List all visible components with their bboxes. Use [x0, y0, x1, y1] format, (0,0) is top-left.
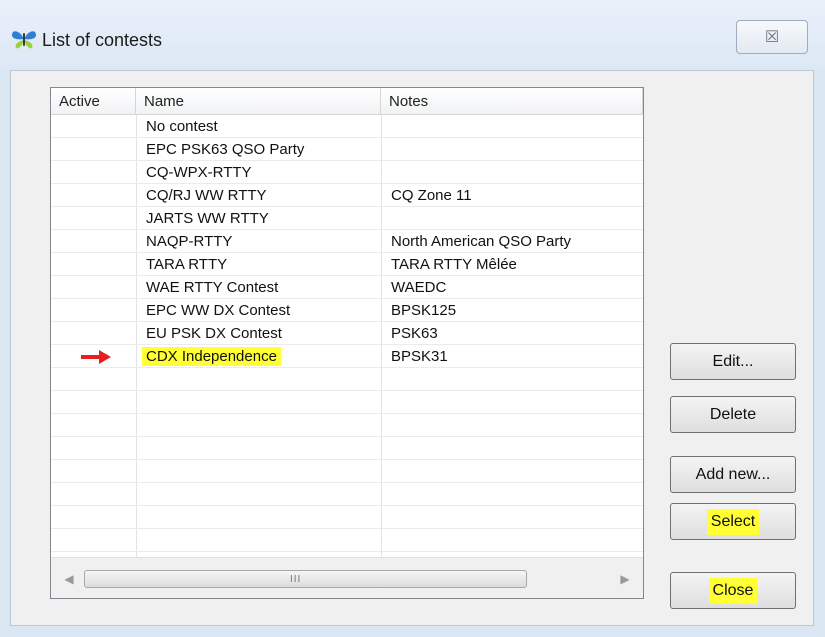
empty-row: [51, 391, 643, 414]
delete-button[interactable]: Delete: [670, 396, 796, 433]
red-arrow-icon: [81, 350, 111, 364]
table-row[interactable]: EPC PSK63 QSO Party: [51, 138, 643, 161]
empty-row: [51, 368, 643, 391]
contests-window: List of contests ☒ Active Name Notes No …: [0, 0, 825, 637]
close-icon: ☒: [764, 29, 780, 46]
column-header-notes[interactable]: Notes: [381, 88, 643, 114]
table-row[interactable]: EU PSK DX Contest PSK63: [51, 322, 643, 345]
row-name: WAE RTTY Contest: [146, 279, 279, 296]
edit-button[interactable]: Edit...: [670, 343, 796, 380]
table-row[interactable]: CQ-WPX-RTTY: [51, 161, 643, 184]
empty-row: [51, 529, 643, 552]
row-name: TARA RTTY: [146, 256, 228, 273]
scrollbar-thumb[interactable]: III: [84, 570, 527, 588]
close-button-label: Close: [708, 578, 758, 604]
table-row[interactable]: JARTS WW RTTY: [51, 207, 643, 230]
row-notes: [381, 161, 643, 184]
row-name: EU PSK DX Contest: [146, 325, 282, 342]
row-name: CDX Independence: [136, 345, 381, 368]
contests-list[interactable]: Active Name Notes No contest EPC PSK63 Q…: [50, 87, 644, 599]
row-name: EPC PSK63 QSO Party: [146, 141, 305, 158]
column-header-name[interactable]: Name: [136, 88, 381, 114]
list-rows: No contest EPC PSK63 QSO Party CQ-WPX-RT…: [51, 115, 643, 558]
table-row[interactable]: CQ/RJ WW RTTY CQ Zone 11: [51, 184, 643, 207]
table-row[interactable]: NAQP-RTTY North American QSO Party: [51, 230, 643, 253]
row-notes: TARA RTTY Mêlée: [391, 256, 517, 273]
row-notes: [381, 138, 643, 161]
horizontal-scrollbar[interactable]: ◀ III ▶: [51, 557, 643, 598]
row-notes: North American QSO Party: [391, 233, 572, 250]
row-notes: PSK63: [391, 325, 438, 342]
title-bar: List of contests ☒: [0, 0, 825, 70]
table-row[interactable]: TARA RTTY TARA RTTY Mêlée: [51, 253, 643, 276]
table-row[interactable]: No contest: [51, 115, 643, 138]
empty-row: [51, 414, 643, 437]
butterfly-icon: [12, 31, 36, 49]
scroll-right-icon[interactable]: ▶: [615, 570, 635, 588]
row-notes: [381, 207, 643, 230]
select-button[interactable]: Select: [670, 503, 796, 540]
table-row-selected-contest[interactable]: CDX Independence BPSK31: [51, 345, 643, 368]
grip-icon: III: [290, 574, 302, 585]
edit-button-label: Edit...: [712, 353, 754, 370]
row-name: CQ-WPX-RTTY: [146, 164, 252, 181]
delete-button-label: Delete: [709, 406, 757, 423]
empty-row: [51, 483, 643, 506]
row-notes: [381, 115, 643, 138]
window-title: List of contests: [42, 30, 163, 50]
row-name: JARTS WW RTTY: [146, 210, 269, 227]
row-name: EPC WW DX Contest: [146, 302, 291, 319]
select-button-label: Select: [706, 509, 760, 535]
row-notes: WAEDC: [391, 279, 447, 296]
window-close-button[interactable]: ☒: [736, 20, 808, 54]
scroll-left-icon[interactable]: ◀: [59, 570, 79, 588]
add-new-button-label: Add new...: [695, 466, 771, 483]
row-name: CQ/RJ WW RTTY: [146, 187, 267, 204]
row-notes: BPSK125: [391, 302, 457, 319]
table-row[interactable]: EPC WW DX Contest BPSK125: [51, 299, 643, 322]
empty-row: [51, 506, 643, 529]
highlighted-name: CDX Independence: [142, 347, 281, 366]
close-button[interactable]: Close: [670, 572, 796, 609]
column-header-active[interactable]: Active: [51, 88, 136, 114]
row-name: NAQP-RTTY: [146, 233, 233, 250]
add-new-button[interactable]: Add new...: [670, 456, 796, 493]
empty-row: [51, 437, 643, 460]
row-notes: CQ Zone 11: [391, 187, 472, 204]
list-header: Active Name Notes: [51, 88, 643, 115]
row-name: No contest: [146, 118, 218, 135]
row-notes: BPSK31: [391, 348, 448, 365]
table-row[interactable]: WAE RTTY Contest WAEDC: [51, 276, 643, 299]
empty-row: [51, 460, 643, 483]
